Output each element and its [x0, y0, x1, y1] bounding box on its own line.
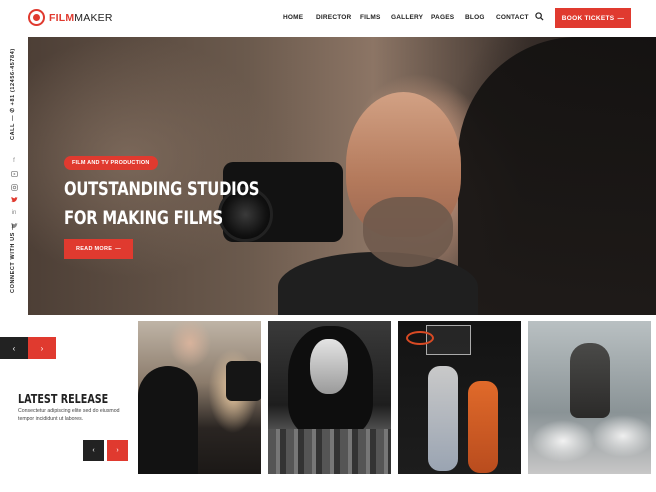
brand-name: FILMMAKER — [49, 11, 113, 24]
hero-tag: FILM AND TV PRODUCTION — [64, 156, 158, 170]
book-tickets-label: BOOK TICKETS — [561, 14, 615, 22]
poster-wedding[interactable] — [138, 321, 261, 474]
photographer-beard — [363, 197, 453, 267]
chevron-left-icon: ‹ — [12, 343, 16, 353]
facebook-icon[interactable]: f — [10, 157, 18, 165]
poster-basketball[interactable] — [398, 321, 521, 474]
hero-prev-button[interactable]: ‹ — [0, 337, 28, 359]
foreground-person — [458, 37, 656, 315]
latest-release-description: Consectetur adipiscing elite sed do eius… — [18, 408, 120, 422]
read-more-button[interactable]: READ MORE — — [64, 239, 133, 259]
poster-fantasy[interactable] — [528, 321, 651, 474]
nav-pages[interactable]: PAGES — [431, 14, 454, 21]
twitter-icon[interactable] — [10, 196, 18, 204]
nav-home[interactable]: HOME — [283, 14, 303, 21]
nav-contact[interactable]: CONTACT — [496, 14, 529, 21]
hero-next-button[interactable]: › — [28, 337, 56, 359]
latest-prev-button[interactable]: ‹ — [83, 440, 104, 461]
read-more-label: READ MORE — [75, 246, 113, 252]
connect-with-us-text: CONNECT WITH US — — [10, 223, 16, 293]
latest-release-panel: LATEST RELEASE Consectetur adipiscing el… — [0, 359, 138, 492]
left-sidebar: CALL — ✆ +81 (12456-45784) f in CONNECT … — [0, 37, 28, 337]
chevron-right-icon: › — [40, 343, 44, 353]
site-header: FILMMAKER HOME DIRECTOR FILMS GALLERY PA… — [0, 0, 656, 37]
call-text[interactable]: CALL — ✆ +81 (12456-45784) — [10, 48, 16, 140]
youtube-icon[interactable] — [10, 170, 18, 178]
nav-director[interactable]: DIRECTOR — [316, 14, 351, 21]
film-reel-icon — [28, 9, 45, 26]
chevron-left-icon: ‹ — [92, 447, 95, 454]
instagram-icon[interactable] — [10, 183, 18, 191]
photographer-shoulder — [278, 252, 478, 315]
nav-gallery[interactable]: GALLERY — [391, 14, 423, 21]
hero-title: OUTSTANDING STUDIOS FOR MAKING FILMS — [64, 178, 260, 229]
page-bottom — [0, 480, 656, 492]
chevron-right-icon: › — [116, 447, 119, 454]
search-icon[interactable] — [535, 12, 544, 21]
brand-logo[interactable]: FILMMAKER — [28, 9, 113, 26]
nav-blog[interactable]: BLOG — [465, 14, 485, 21]
dash-arrow-icon: — — [115, 246, 122, 252]
latest-next-button[interactable]: › — [107, 440, 128, 461]
poster-portrait[interactable] — [268, 321, 391, 474]
linkedin-icon[interactable]: in — [10, 209, 18, 217]
book-tickets-button[interactable]: BOOK TICKETS — — [555, 8, 631, 28]
latest-release-title: LATEST RELEASE — [18, 392, 109, 406]
nav-films[interactable]: FILMS — [360, 14, 381, 21]
dash-arrow-icon: — — [617, 14, 625, 22]
